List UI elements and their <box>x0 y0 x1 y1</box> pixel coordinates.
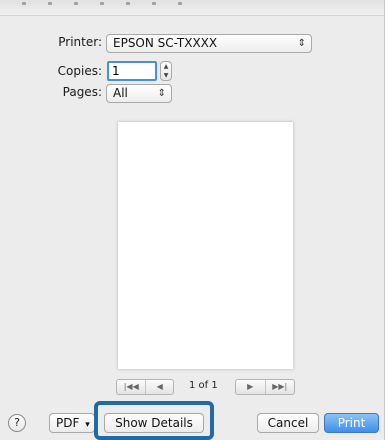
top-edge-mark <box>48 2 52 5</box>
last-page-icon[interactable]: ▶▶| <box>264 380 295 394</box>
page-preview <box>118 122 293 369</box>
dialog-top-edge <box>0 0 384 16</box>
top-edge-mark <box>178 2 182 5</box>
nav-back-group: |◀◀ ◀ <box>116 379 174 395</box>
next-page-icon[interactable]: ▶ <box>236 380 265 394</box>
top-edge-mark <box>100 2 104 5</box>
first-page-icon[interactable]: |◀◀ <box>117 380 145 394</box>
popup-arrows-icon: ⇕ <box>157 88 166 99</box>
pages-value: All <box>113 86 128 100</box>
pdf-label: PDF <box>56 416 80 430</box>
pages-select[interactable]: All ⇕ <box>106 84 172 103</box>
printer-label: Printer: <box>58 35 102 49</box>
help-button[interactable]: ? <box>8 414 26 432</box>
popup-arrows-icon: ⇕ <box>297 38 306 49</box>
print-button[interactable]: Print <box>324 413 379 433</box>
pages-label: Pages: <box>62 85 102 99</box>
stepper-up-icon[interactable]: ▲ <box>161 62 171 71</box>
copies-value: 1 <box>112 64 120 78</box>
printer-value: EPSON SC-TXXXX <box>113 36 218 50</box>
nav-forward-group: ▶ ▶▶| <box>235 379 295 395</box>
pdf-menu-button[interactable]: PDF ▾ <box>49 413 95 433</box>
top-edge-mark <box>126 2 130 5</box>
copies-label: Copies: <box>57 64 102 78</box>
stepper-down-icon[interactable]: ▼ <box>161 71 171 80</box>
copies-stepper[interactable]: ▲ ▼ <box>160 61 172 81</box>
copies-field[interactable]: 1 <box>107 61 157 81</box>
page-indicator: 1 of 1 <box>189 380 218 391</box>
top-edge-mark <box>152 2 156 5</box>
cancel-button[interactable]: Cancel <box>257 413 319 433</box>
top-edge-mark <box>22 2 26 5</box>
print-dialog: Printer: EPSON SC-TXXXX ⇕ Copies: 1 ▲ ▼ … <box>0 0 385 440</box>
printer-select[interactable]: EPSON SC-TXXXX ⇕ <box>106 34 312 53</box>
chevron-down-icon: ▾ <box>85 420 90 430</box>
previous-page-icon[interactable]: ◀ <box>145 380 173 394</box>
top-edge-mark <box>74 2 78 5</box>
show-details-highlight <box>94 401 214 440</box>
